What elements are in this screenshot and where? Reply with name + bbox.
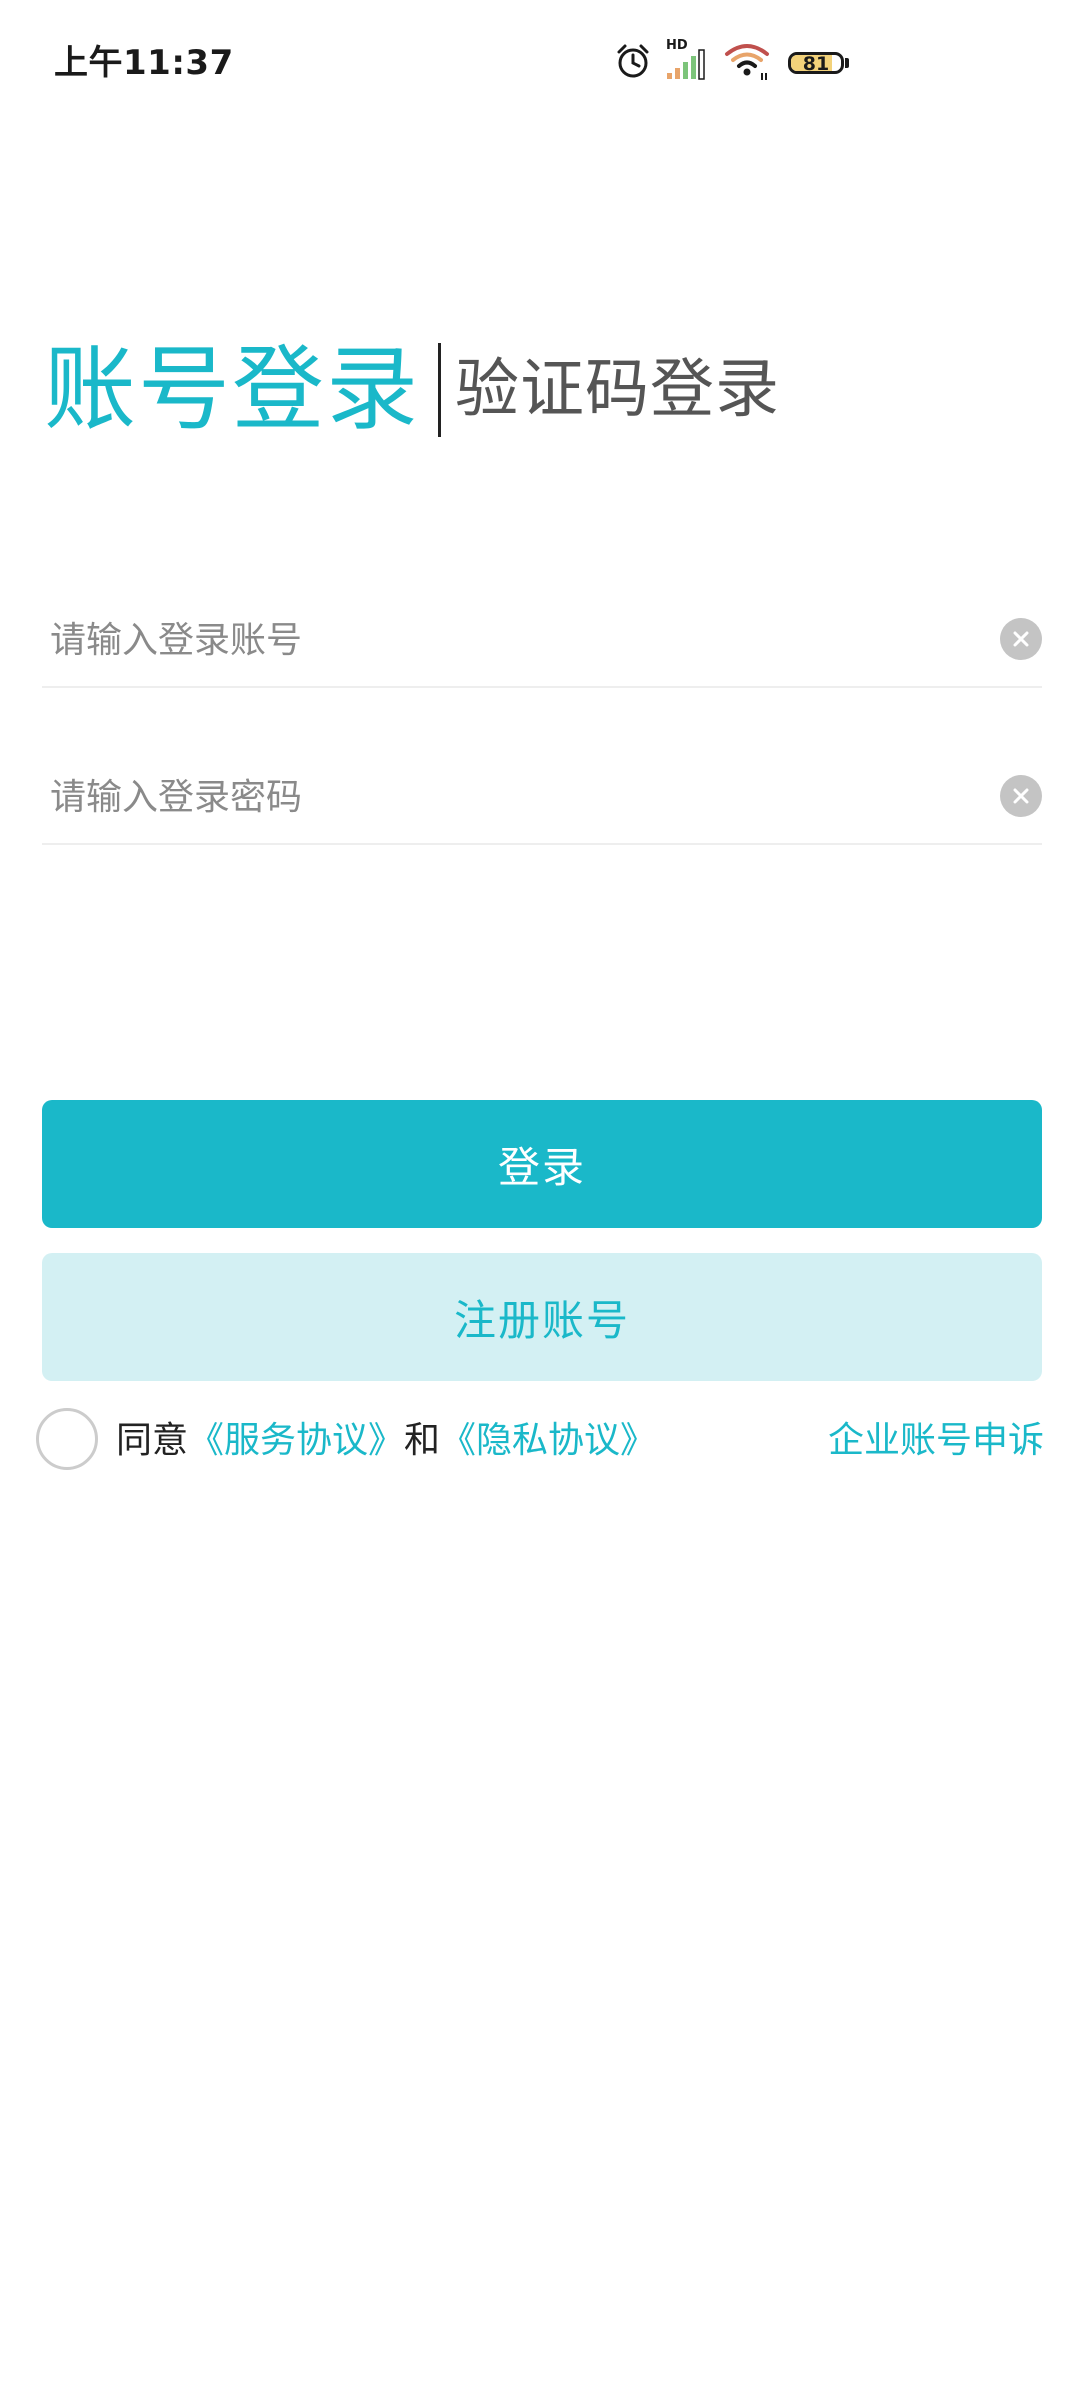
tab-sms-code-login[interactable]: 验证码登录 xyxy=(455,340,780,440)
tab-account-login[interactable]: 账号登录 xyxy=(44,340,420,440)
privacy-agreement-link[interactable]: 《隐私协议》 xyxy=(440,1420,656,1461)
account-clear-button[interactable] xyxy=(1000,618,1042,660)
clear-icon xyxy=(1010,785,1032,807)
status-bar: 上午11:37 HD 81 xyxy=(0,0,1080,130)
signal-icon: HD xyxy=(666,39,710,83)
login-tabs: 账号登录 验证码登录 xyxy=(44,340,780,440)
status-time: 上午11:37 xyxy=(54,43,234,83)
login-button[interactable]: 登录 xyxy=(42,1100,1042,1228)
battery-icon: 81 xyxy=(784,52,849,74)
password-field xyxy=(42,757,1042,845)
service-agreement-link[interactable]: 《服务协议》 xyxy=(188,1420,404,1461)
agreement-text: 同意《服务协议》和《隐私协议》 xyxy=(116,1408,656,1474)
password-input[interactable] xyxy=(50,757,950,837)
password-clear-button[interactable] xyxy=(1000,775,1042,817)
account-input[interactable] xyxy=(50,600,950,680)
battery-level: 81 xyxy=(802,53,830,74)
alarm-icon xyxy=(614,42,652,84)
account-field xyxy=(42,600,1042,688)
agreement-checkbox[interactable] xyxy=(36,1408,98,1470)
agreement-prefix: 同意 xyxy=(116,1420,189,1461)
tab-divider xyxy=(438,343,442,437)
agreement-row: 同意《服务协议》和《隐私协议》 企业账号申诉 xyxy=(36,1408,1044,1474)
agreement-connector: 和 xyxy=(404,1420,441,1461)
register-button[interactable]: 注册账号 xyxy=(42,1253,1042,1381)
enterprise-account-appeal-link[interactable]: 企业账号申诉 xyxy=(828,1408,1044,1474)
clear-icon xyxy=(1010,628,1032,650)
status-icons: HD 81 xyxy=(614,39,849,86)
wifi-icon xyxy=(724,41,770,85)
